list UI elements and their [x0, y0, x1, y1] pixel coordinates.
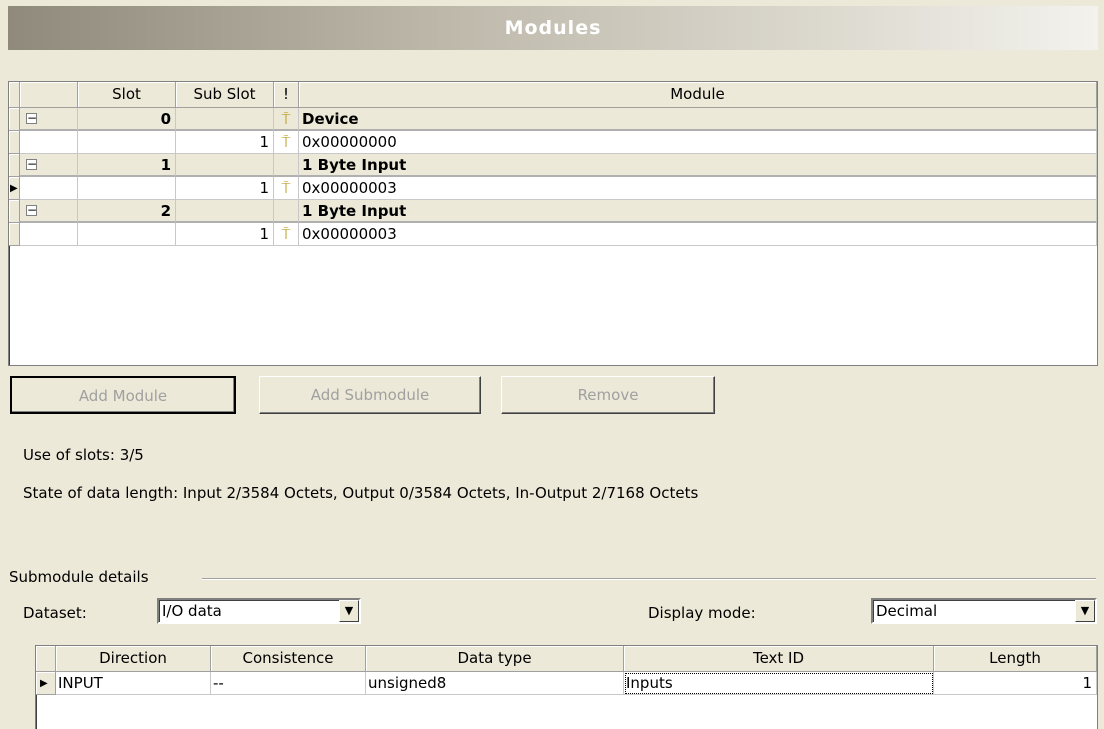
- chevron-down-icon[interactable]: ▼: [1075, 600, 1095, 622]
- module-cell[interactable]: 1 Byte Input: [299, 154, 1097, 177]
- subslot-row[interactable]: 1 ⍑ 0x00000003: [9, 223, 1097, 246]
- pin-icon: ⍑: [281, 179, 291, 197]
- add-module-button[interactable]: Add Module: [10, 376, 236, 414]
- column-header-subslot[interactable]: Sub Slot: [176, 82, 274, 108]
- row-selector[interactable]: [9, 200, 20, 223]
- remove-button[interactable]: Remove: [501, 376, 715, 414]
- subslot-cell[interactable]: 1: [176, 177, 274, 200]
- column-header-warning[interactable]: !: [274, 82, 299, 108]
- slot-cell[interactable]: [78, 223, 176, 246]
- display-mode-select[interactable]: Decimal ▼: [871, 598, 1097, 624]
- data-type-cell[interactable]: unsigned8: [366, 672, 624, 695]
- dataset-select[interactable]: I/O data ▼: [157, 598, 361, 624]
- submodule-details-grid[interactable]: Direction Consistence Data type Text ID …: [35, 645, 1098, 729]
- pin-icon: ⍑: [281, 225, 291, 243]
- column-header-module[interactable]: Module: [299, 82, 1097, 108]
- row-selector[interactable]: [9, 223, 20, 246]
- expander-cell[interactable]: −: [20, 200, 78, 223]
- column-header-direction[interactable]: Direction: [56, 646, 211, 672]
- modules-grid[interactable]: Slot Sub Slot ! Module − 0 ⍑ Device 1 ⍑ 0x0000…: [8, 81, 1098, 366]
- slot-cell[interactable]: [78, 131, 176, 154]
- submodule-details-label: Submodule details: [9, 568, 149, 586]
- subslot-cell[interactable]: [176, 108, 274, 131]
- consistence-cell[interactable]: --: [211, 672, 366, 695]
- column-header-slot[interactable]: Slot: [78, 82, 176, 108]
- column-header-expander: [20, 82, 78, 108]
- current-row-arrow-icon: ▶: [10, 183, 18, 194]
- add-submodule-label: Add Submodule: [310, 386, 430, 404]
- row-selector[interactable]: [9, 108, 20, 131]
- length-cell[interactable]: 1: [934, 672, 1097, 695]
- expander-cell: [20, 131, 78, 154]
- row-selector[interactable]: [9, 154, 20, 177]
- remove-label: Remove: [577, 386, 639, 404]
- subslot-row[interactable]: 1 ⍑ 0x00000000: [9, 131, 1097, 154]
- dataset-label: Dataset:: [23, 604, 87, 622]
- slot-cell[interactable]: 1: [78, 154, 176, 177]
- add-submodule-button[interactable]: Add Submodule: [259, 376, 481, 414]
- warning-cell: ⍑: [274, 223, 299, 246]
- module-cell[interactable]: 0x00000003: [299, 177, 1097, 200]
- expander-cell: [20, 223, 78, 246]
- slot-cell[interactable]: [78, 177, 176, 200]
- slot-row[interactable]: − 1 1 Byte Input: [9, 154, 1097, 177]
- module-cell[interactable]: Device: [299, 108, 1097, 131]
- text-id-cell[interactable]: Inputs: [624, 672, 934, 695]
- row-selector[interactable]: [9, 131, 20, 154]
- grid-corner: [9, 82, 20, 108]
- warning-cell: ⍑: [274, 108, 299, 131]
- subslot-cell[interactable]: 1: [176, 223, 274, 246]
- display-mode-label: Display mode:: [648, 604, 756, 622]
- details-grid-corner: [36, 646, 56, 672]
- modules-title-banner: Modules: [8, 6, 1098, 50]
- column-header-data-type[interactable]: Data type: [366, 646, 624, 672]
- group-divider: [202, 578, 1096, 580]
- module-cell[interactable]: 1 Byte Input: [299, 200, 1097, 223]
- warning-cell: [274, 200, 299, 223]
- page-title: Modules: [504, 17, 602, 39]
- subslot-cell[interactable]: 1: [176, 131, 274, 154]
- slot-cell[interactable]: 0: [78, 108, 176, 131]
- module-cell[interactable]: 0x00000000: [299, 131, 1097, 154]
- use-of-slots-text: Use of slots: 3/5: [23, 446, 144, 464]
- column-header-length[interactable]: Length: [934, 646, 1097, 672]
- slot-cell[interactable]: 2: [78, 200, 176, 223]
- collapse-icon[interactable]: −: [26, 204, 37, 216]
- subslot-cell[interactable]: [176, 154, 274, 177]
- column-header-consistence[interactable]: Consistence: [211, 646, 366, 672]
- direction-cell[interactable]: INPUT: [56, 672, 211, 695]
- subslot-row[interactable]: ▶ 1 ⍑ 0x00000003: [9, 177, 1097, 200]
- slot-row[interactable]: − 0 ⍑ Device: [9, 108, 1097, 131]
- current-row-arrow-icon: ▶: [40, 678, 48, 689]
- detail-row[interactable]: ▶ INPUT -- unsigned8 Inputs 1: [36, 672, 1097, 695]
- slot-row[interactable]: − 2 1 Byte Input: [9, 200, 1097, 223]
- pin-icon: ⍑: [281, 133, 291, 151]
- warning-cell: [274, 154, 299, 177]
- collapse-icon[interactable]: −: [26, 158, 37, 170]
- expander-cell[interactable]: −: [20, 108, 78, 131]
- warning-cell: ⍑: [274, 131, 299, 154]
- subslot-cell[interactable]: [176, 200, 274, 223]
- chevron-down-icon[interactable]: ▼: [339, 600, 359, 622]
- collapse-icon[interactable]: −: [26, 112, 37, 124]
- row-selector[interactable]: ▶: [9, 177, 20, 200]
- expander-cell: [20, 177, 78, 200]
- warning-cell: ⍑: [274, 177, 299, 200]
- dataset-value: I/O data: [162, 602, 222, 620]
- add-module-label: Add Module: [78, 387, 168, 405]
- expander-cell[interactable]: −: [20, 154, 78, 177]
- display-mode-value: Decimal: [876, 602, 938, 620]
- column-header-text-id[interactable]: Text ID: [624, 646, 934, 672]
- row-selector[interactable]: ▶: [36, 672, 56, 695]
- module-cell[interactable]: 0x00000003: [299, 223, 1097, 246]
- pin-icon: ⍑: [281, 110, 291, 128]
- data-length-text: State of data length: Input 2/3584 Octet…: [23, 484, 699, 502]
